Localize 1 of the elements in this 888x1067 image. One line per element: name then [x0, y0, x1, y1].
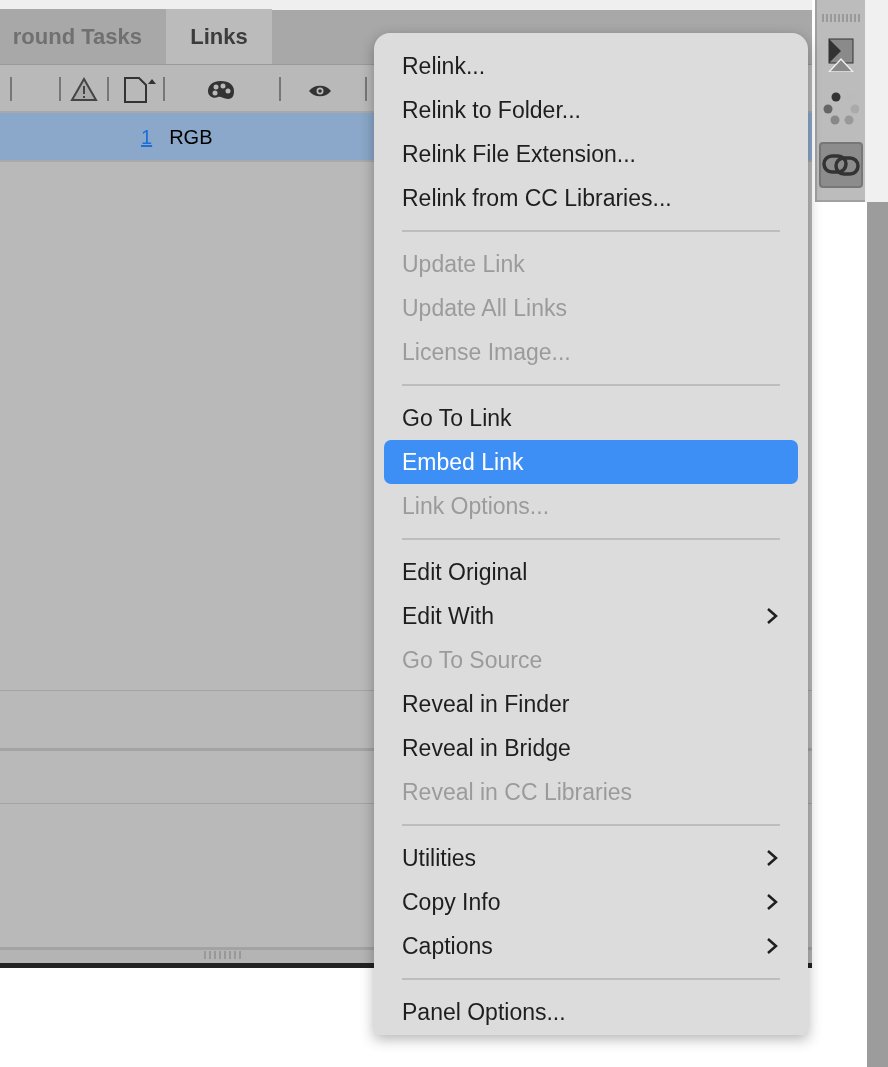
color-space-text: RGB [169, 124, 213, 150]
